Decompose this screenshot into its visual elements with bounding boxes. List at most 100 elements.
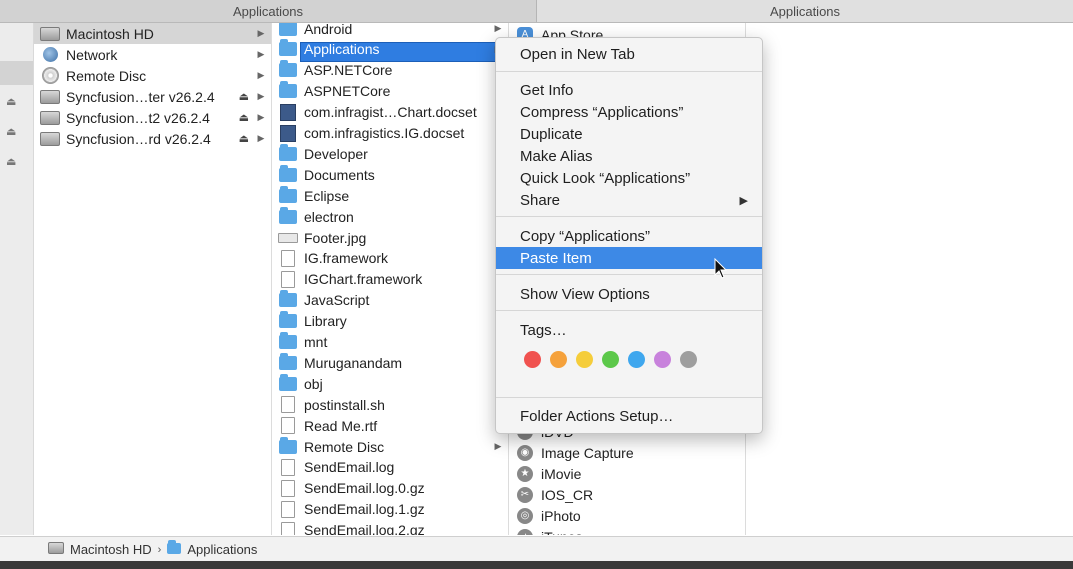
list-item-label: obj <box>304 375 323 392</box>
list-item-file[interactable]: Documents <box>272 164 508 185</box>
list-item-file[interactable]: IG.framework <box>272 248 508 269</box>
list-item-volume[interactable]: Syncfusion…t2 v26.2.4 ⏏ ▶ <box>34 107 271 128</box>
tool-shape: ✂ <box>517 486 533 503</box>
tag-purple-dot[interactable] <box>654 351 671 368</box>
submenu-arrow-icon: ▶ <box>739 194 748 207</box>
list-item-file[interactable]: Footer.jpg <box>272 227 508 248</box>
list-item-file[interactable]: Android ▶ <box>272 23 508 39</box>
eject-icon[interactable]: ⏏ <box>239 90 249 103</box>
list-item-volume[interactable]: Syncfusion…rd v26.2.4 ⏏ ▶ <box>34 128 271 149</box>
tag-orange-dot[interactable] <box>550 351 567 368</box>
list-item-file[interactable]: IGChart.framework <box>272 269 508 290</box>
list-item-app[interactable]: ✂ IOS_CR <box>509 484 745 505</box>
list-item-file[interactable]: Read Me.rtf <box>272 415 508 436</box>
list-item-file[interactable]: electron <box>272 206 508 227</box>
document-shape <box>281 249 295 267</box>
tag-red-dot[interactable] <box>524 351 541 368</box>
list-item-label: Macintosh HD <box>66 25 154 42</box>
menu-item-share[interactable]: Share ▶ <box>496 189 762 211</box>
globe-shape <box>42 47 58 62</box>
menu-item-label: Show View Options <box>520 285 650 303</box>
document-shape <box>281 396 295 414</box>
list-item-file[interactable]: SendEmail.log <box>272 457 508 478</box>
disk-shape <box>40 89 60 104</box>
folder-shape <box>279 352 297 370</box>
column-volumes: Macintosh HD ▶ Network ▶ Remote Disc ▶ Syncfus… <box>34 23 272 535</box>
menu-item-copy-applications[interactable]: Copy “Applications” <box>496 225 762 247</box>
list-item-file[interactable]: Eclipse <box>272 185 508 206</box>
menu-item-open-in-new-tab[interactable]: Open in New Tab <box>496 43 762 65</box>
list-item-file[interactable]: com.infragistics.IG.docset <box>272 123 508 144</box>
chevron-right-icon: ▶ <box>257 91 265 101</box>
menu-item-compress-applications[interactable]: Compress “Applications” <box>496 101 762 123</box>
menu-item-make-alias[interactable]: Make Alias <box>496 145 762 167</box>
disk-icon <box>40 131 60 147</box>
list-item-file[interactable]: postinstall.sh <box>272 394 508 415</box>
tab-applications-2[interactable]: Applications <box>536 0 1073 22</box>
menu-item-tags[interactable]: Tags… <box>496 319 762 341</box>
list-item-file[interactable]: Developer <box>272 143 508 164</box>
tab-label: Applications <box>769 3 841 19</box>
folder-shape <box>279 143 297 161</box>
list-item-volume[interactable]: Remote Disc ▶ <box>34 65 271 86</box>
folder-icon <box>167 540 182 557</box>
menu-item-show-view-options[interactable]: Show View Options <box>496 283 762 305</box>
tab-applications-1[interactable]: Applications <box>0 0 536 22</box>
list-item-file[interactable]: SendEmail.log.0.gz <box>272 478 508 499</box>
list-item-volume[interactable]: Syncfusion…ter v26.2.4 ⏏ ▶ <box>34 86 271 107</box>
folder-icon <box>278 311 298 329</box>
eject-icon[interactable]: ⏏ <box>239 111 249 124</box>
list-item-app[interactable]: ◉ Image Capture <box>509 442 745 463</box>
list-item-file[interactable]: SendEmail.log.2.gz <box>272 520 508 535</box>
list-item-app[interactable]: ★ iMovie <box>509 463 745 484</box>
list-item-file[interactable]: Muruganandam <box>272 352 508 373</box>
menu-item-label: Duplicate <box>520 125 583 143</box>
list-item-selected[interactable]: Applications▶ <box>272 39 508 60</box>
path-item-applications[interactable]: Applications <box>167 540 257 557</box>
list-item-file[interactable]: obj <box>272 373 508 394</box>
menu-item-folder-actions-setup[interactable]: Folder Actions Setup… <box>496 405 762 427</box>
path-item-macintosh-hd[interactable]: Macintosh HD <box>48 542 152 557</box>
tag-gray-dot[interactable] <box>680 351 697 368</box>
eject-icon[interactable]: ⏏ <box>6 125 16 138</box>
list-item-file[interactable]: mnt <box>272 332 508 353</box>
menu-item-get-info[interactable]: Get Info <box>496 79 762 101</box>
menu-item-label: Open in New Tab <box>520 45 635 63</box>
folder-shape <box>279 206 297 224</box>
folder-icon <box>278 164 298 183</box>
list-item-app[interactable]: ◎ iPhoto <box>509 505 745 526</box>
list-item-label: JavaScript <box>304 292 370 309</box>
list-item-file[interactable]: Remote Disc ▶ <box>272 436 508 457</box>
tag-blue-dot[interactable] <box>628 351 645 368</box>
menu-item-quick-look-applications[interactable]: Quick Look “Applications” <box>496 167 762 189</box>
photo-shape: ◎ <box>517 507 533 524</box>
list-item-file[interactable]: JavaScript <box>272 290 508 311</box>
column-empty <box>746 23 1073 535</box>
folder-shape <box>279 290 297 308</box>
list-item-volume[interactable]: Network ▶ <box>34 44 271 65</box>
list-item-volume[interactable]: Macintosh HD ▶ <box>34 23 271 44</box>
star-icon: ★ <box>515 465 535 482</box>
menu-separator <box>496 216 762 217</box>
music-icon: ♪ <box>515 528 535 535</box>
folder-shape <box>279 332 297 349</box>
document-shape <box>281 521 295 535</box>
menu-item-label: Compress “Applications” <box>520 103 684 121</box>
menu-item-duplicate[interactable]: Duplicate <box>496 123 762 145</box>
document-shape <box>281 479 295 497</box>
eject-icon[interactable]: ⏏ <box>239 132 249 145</box>
path-bar-strip <box>0 536 34 562</box>
list-item-file[interactable]: ASPNETCore <box>272 81 508 102</box>
list-item-app[interactable]: ♪ iTunes <box>509 526 745 535</box>
list-item-file[interactable]: Library <box>272 311 508 332</box>
folder-shape <box>279 311 297 329</box>
list-item-file[interactable]: SendEmail.log.1.gz <box>272 499 508 520</box>
list-item-label: SendEmail.log.1.gz <box>304 501 425 518</box>
eject-icon[interactable]: ⏏ <box>6 95 16 108</box>
tag-yellow-dot[interactable] <box>576 351 593 368</box>
list-item-label: SendEmail.log.2.gz <box>304 522 425 535</box>
list-item-file[interactable]: com.infragist…Chart.docset <box>272 102 508 123</box>
list-item-file[interactable]: ASP.NETCore <box>272 60 508 81</box>
eject-icon[interactable]: ⏏ <box>6 155 16 168</box>
tag-green-dot[interactable] <box>602 351 619 368</box>
